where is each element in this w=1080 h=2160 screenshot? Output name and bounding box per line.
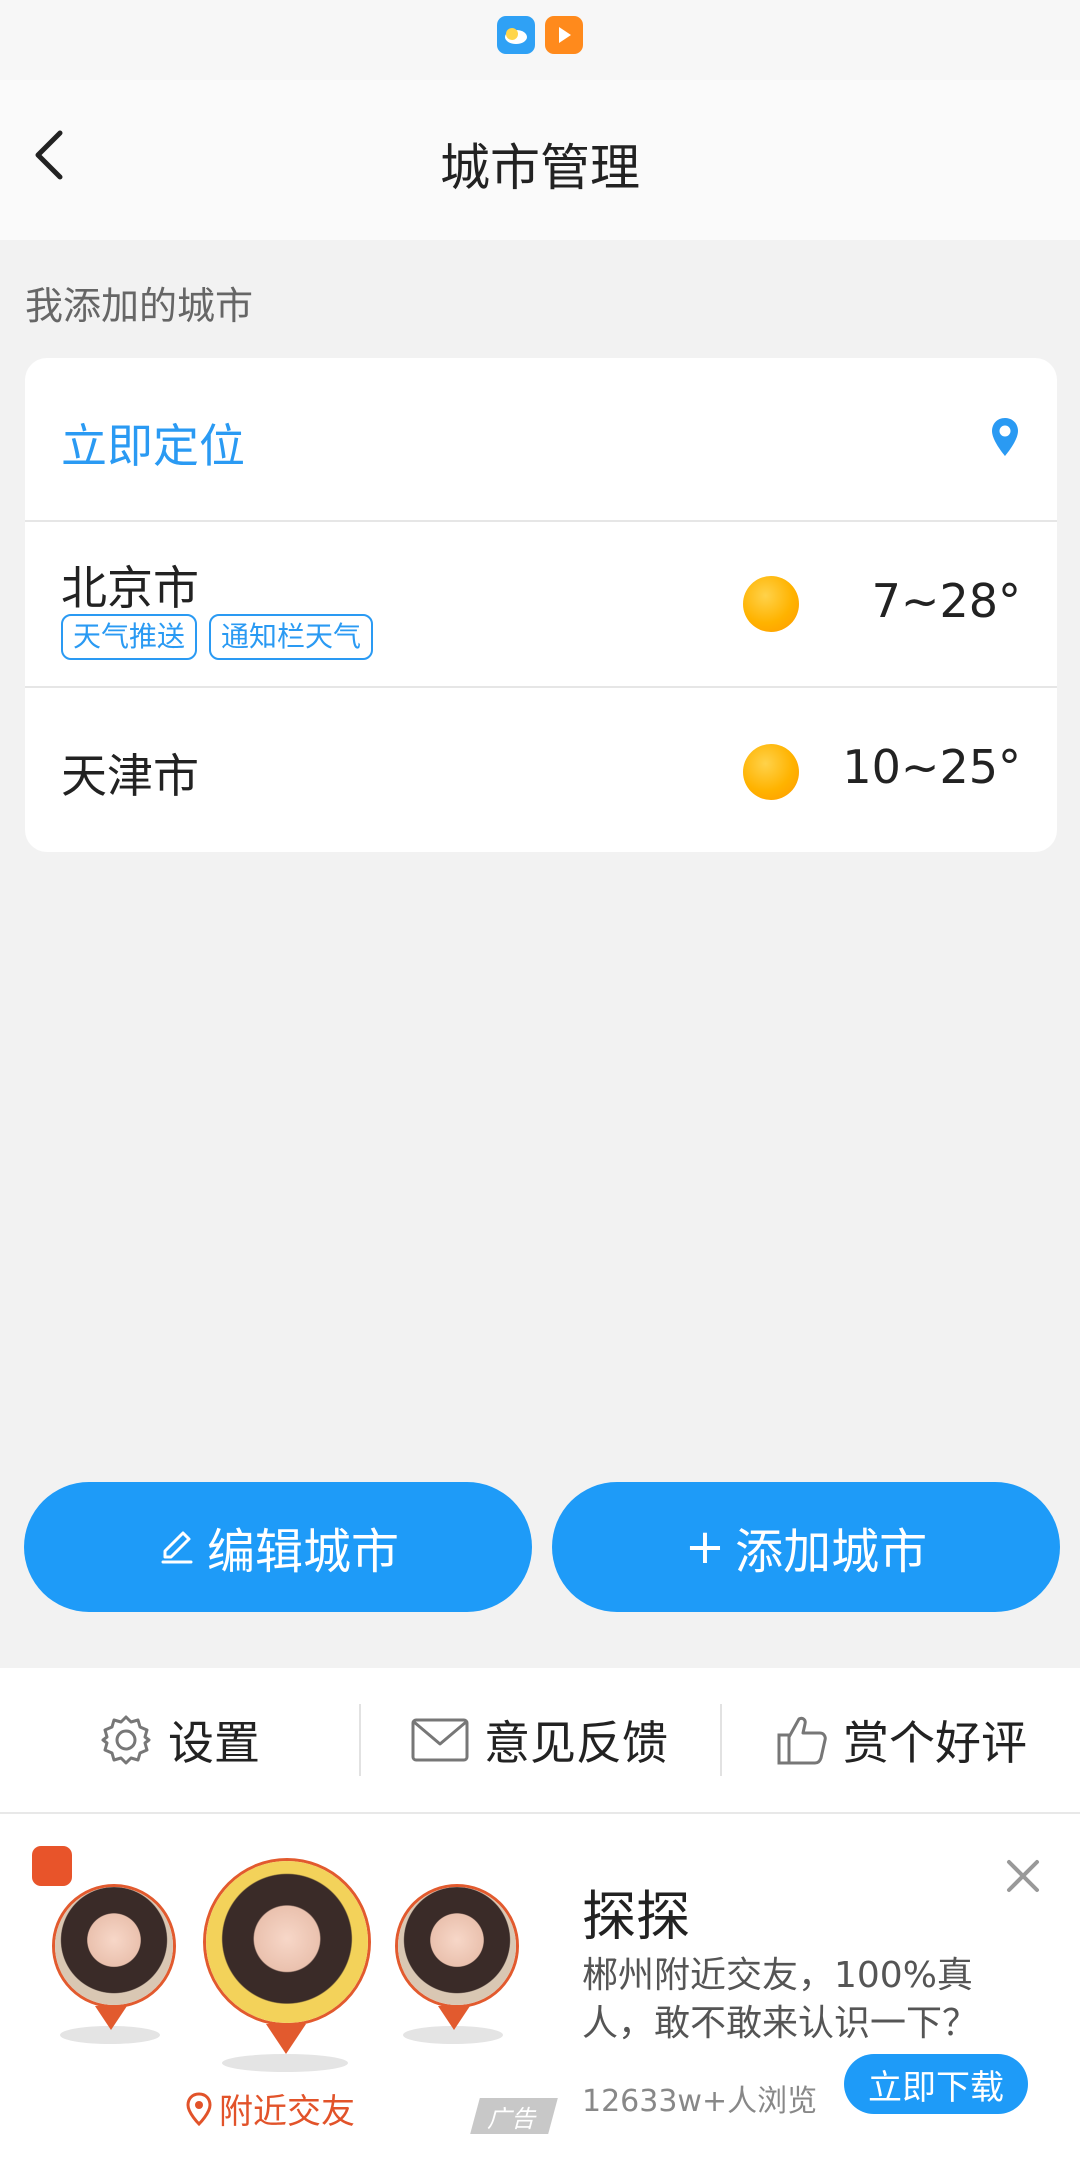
ad-title: 探探	[582, 1885, 690, 1948]
avatar-shadow	[222, 2054, 348, 2072]
settings-label: 设置	[168, 1716, 260, 1770]
city-name: 北京市	[61, 561, 199, 615]
city-row-beijing[interactable]: 北京市 天气推送 通知栏天气 7~28°	[25, 522, 1057, 688]
edit-city-label: 编辑城市	[206, 1524, 399, 1580]
nearby-friends-label: 附近交友	[219, 2092, 355, 2132]
ad-view-count: 12633w+人浏览	[582, 2084, 818, 2119]
temperature-range: 10~25°	[842, 740, 1021, 794]
settings-button[interactable]: 设置	[98, 1668, 260, 1812]
avatar-pointer	[95, 2006, 127, 2030]
city-row-tianjin[interactable]: 天津市 10~25°	[25, 688, 1057, 852]
feedback-label: 意见反馈	[484, 1716, 668, 1770]
menu-divider	[720, 1704, 722, 1776]
city-tags: 天气推送 通知栏天气	[61, 614, 374, 660]
plus-icon: +	[684, 1519, 726, 1575]
ad-app-logo	[32, 1846, 72, 1886]
tag-notification-weather: 通知栏天气	[209, 614, 374, 660]
close-icon[interactable]	[1003, 1856, 1043, 1896]
sunny-icon	[743, 744, 799, 800]
status-icons	[497, 16, 583, 54]
add-city-button[interactable]: + 添加城市	[552, 1482, 1060, 1612]
city-list-card: 立即定位 北京市 天气推送 通知栏天气 7~28° 天津市 10~25°	[25, 358, 1057, 852]
nearby-friends-label-row: 附近交友	[185, 2084, 355, 2133]
bottom-menu: 设置 意见反馈 赏个好评	[0, 1668, 1080, 1814]
avatar-pointer	[266, 2024, 306, 2054]
ad-description: 郴州附近交友，100%真人，敢不敢来认识一下？	[582, 1955, 979, 2044]
ad-badge: 广告	[470, 2098, 558, 2134]
city-name: 天津市	[61, 749, 199, 803]
tag-weather-push: 天气推送	[61, 614, 198, 660]
rate-label: 赏个好评	[843, 1716, 1027, 1770]
avatar-pointer	[438, 2006, 470, 2030]
pencil-icon	[161, 1531, 193, 1564]
locate-now-label: 立即定位	[61, 419, 245, 473]
menu-divider	[359, 1704, 361, 1776]
mail-icon	[411, 1718, 469, 1762]
ad-avatar-image	[395, 1884, 519, 2008]
feedback-button[interactable]: 意见反馈	[410, 1668, 668, 1812]
add-city-label: 添加城市	[735, 1524, 928, 1580]
download-now-button[interactable]: 立即下载	[844, 2054, 1028, 2114]
ad-avatar-image	[52, 1884, 176, 2008]
status-bar	[0, 0, 1080, 80]
edit-city-button[interactable]: 编辑城市	[24, 1482, 532, 1612]
header: 城市管理	[0, 80, 1080, 240]
video-app-icon	[545, 16, 583, 54]
ad-banner[interactable]: 附近交友 探探 郴州附近交友，100%真人，敢不敢来认识一下？ 12633w+人…	[0, 1814, 1080, 2160]
temperature-range: 7~28°	[871, 574, 1021, 628]
locate-now-row[interactable]: 立即定位	[25, 358, 1057, 522]
sunny-icon	[743, 576, 799, 632]
location-pin-icon	[186, 2091, 212, 2126]
page-title: 城市管理	[440, 139, 640, 197]
weather-app-icon	[497, 16, 535, 54]
gear-icon	[101, 1715, 151, 1765]
ad-avatar-image	[203, 1858, 371, 2026]
rate-button[interactable]: 赏个好评	[775, 1668, 1027, 1812]
location-pin-icon	[992, 418, 1018, 456]
section-label: 我添加的城市	[25, 284, 254, 328]
thumbs-up-icon	[777, 1716, 827, 1765]
